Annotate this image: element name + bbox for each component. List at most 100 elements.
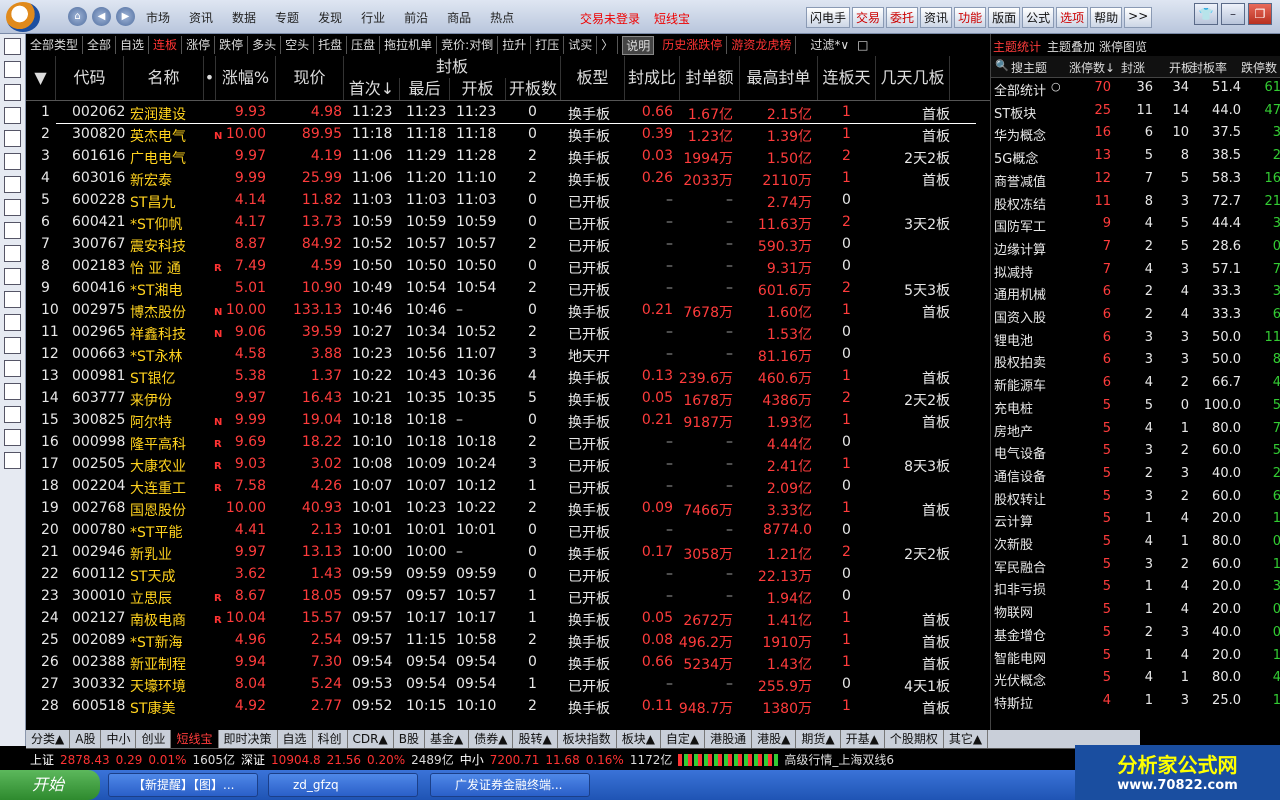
table-row[interactable]: 4 603016 新宏泰 9.99 25.99 11:06 11:20 11:10 2 换手板 0.… xyxy=(26,168,990,190)
left-tool-icon[interactable] xyxy=(4,153,21,170)
bottom-tab[interactable]: 中小 xyxy=(101,730,137,748)
bottom-tab[interactable]: 开基▲ xyxy=(841,730,885,748)
left-tool-icon[interactable] xyxy=(4,314,21,331)
theme-name[interactable]: 光伏概念 xyxy=(994,670,1046,689)
theme-row[interactable]: 股权冻结 11 8 3 72.7 21 xyxy=(991,192,1280,214)
col-type[interactable]: 板型 xyxy=(561,56,625,100)
theme-name[interactable]: 次新股 xyxy=(994,534,1033,553)
col-opencount[interactable]: 开板数 xyxy=(506,78,561,100)
col-ratio[interactable]: 封成比 xyxy=(625,56,680,100)
bottom-tab[interactable]: B股 xyxy=(394,730,425,748)
back-icon[interactable]: ◀ xyxy=(92,7,111,26)
category-tab[interactable]: 〉 xyxy=(597,36,619,54)
theme-row[interactable]: 全部统计 ○ 70 36 34 51.4 61 xyxy=(991,78,1280,100)
col-amount[interactable]: 封单额 xyxy=(680,56,740,100)
table-row[interactable]: 7 300767 震安科技 8.87 84.92 10:52 10:57 10:57 2 已开板 –… xyxy=(26,234,990,256)
theme-name[interactable]: 基金增仓 xyxy=(994,625,1046,644)
table-row[interactable]: 9 600416 *ST湘电 5.01 10.90 10:49 10:54 10:54 2 已开板… xyxy=(26,278,990,300)
col-days[interactable]: 连板天 xyxy=(818,56,876,100)
theme-row[interactable]: 次新股 5 4 1 80.0 0 xyxy=(991,532,1280,554)
close-box[interactable]: □ xyxy=(853,36,872,54)
category-tab[interactable]: 拉升 xyxy=(498,36,532,54)
theme-name[interactable]: 扣非亏损 xyxy=(994,579,1046,598)
theme-name[interactable]: 智能电网 xyxy=(994,648,1046,667)
theme-name[interactable]: 拟减持 xyxy=(994,262,1033,281)
left-tool-icon[interactable] xyxy=(4,337,21,354)
left-tool-icon[interactable] xyxy=(4,268,21,285)
theme-name[interactable]: 云计算 xyxy=(994,511,1033,530)
theme-row[interactable]: 边缘计算 7 2 5 28.6 0 xyxy=(991,237,1280,259)
table-row[interactable]: 17 002505 大康农业 R 9.03 3.02 10:08 10:09 10:24 3 已开板… xyxy=(26,454,990,476)
table-row[interactable]: 28 600518 ST康美 4.92 2.77 09:52 10:15 10:10 2 换手板 0… xyxy=(26,696,990,718)
table-row[interactable]: 6 600421 *ST仰帆 4.17 13.73 10:59 10:59 10:59 0 已开板… xyxy=(26,212,990,234)
theme-name[interactable]: 通用机械 xyxy=(994,284,1046,303)
search-icon[interactable]: 🔍 xyxy=(995,59,1009,72)
table-row[interactable]: 21 002946 新乳业 9.97 13.13 10:00 10:00–0 换手板 0.17 3… xyxy=(26,542,990,564)
left-tool-icon[interactable] xyxy=(4,38,21,55)
theme-row[interactable]: 拟减持 7 4 3 57.1 7 xyxy=(991,260,1280,282)
home-icon[interactable]: ⌂ xyxy=(68,7,87,26)
task-browser[interactable]: 【新提醒】【图】... xyxy=(108,773,258,797)
rp-h_down[interactable]: 跌停数 xyxy=(1241,59,1277,76)
category-tab[interactable]: 压盘 xyxy=(347,36,381,54)
bottom-tab[interactable]: 板块指数 xyxy=(558,730,617,748)
table-row[interactable]: 19 002768 国恩股份 10.00 40.93 10:01 10:23 10:22 2 换手… xyxy=(26,498,990,520)
category-tab[interactable]: 连板 xyxy=(149,36,183,54)
category-tab[interactable]: 自选 xyxy=(116,36,150,54)
col-desc[interactable]: 几天几板 xyxy=(876,56,950,100)
menu-item[interactable]: 资讯 xyxy=(189,9,213,26)
left-tool-icon[interactable] xyxy=(4,130,21,147)
tab-theme-overlay[interactable]: 主题叠加 xyxy=(1047,38,1095,55)
quick-button[interactable]: 委托 xyxy=(886,7,919,28)
table-row[interactable]: 25 002089 *ST新海 4.96 2.54 09:57 11:15 10:58 2 换手板… xyxy=(26,630,990,652)
theme-row[interactable]: 国资入股 6 2 4 33.3 6 xyxy=(991,305,1280,327)
theme-row[interactable]: 华为概念 16 6 10 37.5 3 xyxy=(991,123,1280,145)
radio-icon[interactable]: ○ xyxy=(1051,80,1061,93)
category-tab[interactable]: 打压 xyxy=(531,36,565,54)
left-tool-icon[interactable] xyxy=(4,245,21,262)
theme-row[interactable]: 通信设备 5 2 3 40.0 2 xyxy=(991,464,1280,486)
theme-row[interactable]: 5G概念 13 5 8 38.5 2 xyxy=(991,146,1280,168)
theme-name[interactable]: ST板块 xyxy=(994,103,1036,122)
category-tab[interactable]: 全部类型 xyxy=(26,36,84,54)
bottom-tab[interactable]: 个股期权 xyxy=(885,730,944,748)
theme-name[interactable]: 通信设备 xyxy=(994,466,1046,485)
restore-button[interactable]: ❐ xyxy=(1248,3,1272,25)
theme-row[interactable]: 军民融合 5 3 2 60.0 1 xyxy=(991,555,1280,577)
col-price[interactable]: 现价 xyxy=(276,56,344,100)
col-last[interactable]: 最后 xyxy=(400,78,450,100)
menu-item[interactable]: 前沿 xyxy=(404,9,428,26)
col-open[interactable]: 开板 xyxy=(450,78,506,100)
task-folder[interactable]: zd_gfzq xyxy=(268,773,418,797)
menu-item[interactable]: 行业 xyxy=(361,9,385,26)
table-row[interactable]: 10 002975 博杰股份 N 10.00 133.13 10:46 10:46–0 换手板 0… xyxy=(26,300,990,322)
theme-row[interactable]: 物联网 5 1 4 20.0 0 xyxy=(991,600,1280,622)
bottom-tab[interactable]: 自选 xyxy=(278,730,313,748)
theme-name[interactable]: 电气设备 xyxy=(994,443,1046,462)
forward-icon[interactable]: ▶ xyxy=(116,7,135,26)
left-tool-icon[interactable] xyxy=(4,84,21,101)
theme-row[interactable]: 股权拍卖 6 3 3 50.0 8 xyxy=(991,350,1280,372)
category-tab[interactable]: 竞价:对倒 xyxy=(437,36,499,54)
bottom-tab[interactable]: CDR▲ xyxy=(348,730,394,748)
table-row[interactable]: 18 002204 大连重工 R 7.58 4.26 10:07 10:07 10:12 1 已开板… xyxy=(26,476,990,498)
theme-row[interactable]: ST板块 25 11 14 44.0 47 xyxy=(991,101,1280,123)
category-tab[interactable]: 托盘 xyxy=(314,36,348,54)
rp-h_open[interactable]: 开板 xyxy=(1169,59,1193,76)
bottom-tab[interactable]: 短线宝 xyxy=(171,730,219,748)
table-row[interactable]: 27 300332 天壕环境 8.04 5.24 09:53 09:54 09:54 1 已开板 –… xyxy=(26,674,990,696)
left-tool-icon[interactable] xyxy=(4,176,21,193)
table-row[interactable]: 1 002062 宏润建设 9.93 4.98 11:23 11:23 11:23 0 换手板 0.… xyxy=(26,102,990,124)
theme-row[interactable]: 国防军工 9 4 5 44.4 3 xyxy=(991,214,1280,236)
theme-row[interactable]: 基金增仓 5 2 3 40.0 0 xyxy=(991,623,1280,645)
table-row[interactable]: 13 000981 ST银亿 5.38 1.37 10:22 10:43 10:36 4 换手板 0… xyxy=(26,366,990,388)
theme-name[interactable]: 新能源车 xyxy=(994,375,1046,394)
theme-name[interactable]: 股权转让 xyxy=(994,489,1046,508)
category-tab[interactable]: 涨停 xyxy=(182,36,216,54)
quick-button[interactable]: 公式 xyxy=(1022,7,1055,28)
table-row[interactable]: 14 603777 来伊份 9.97 16.43 10:21 10:35 10:35 5 换手板 0… xyxy=(26,388,990,410)
theme-name[interactable]: 房地产 xyxy=(994,421,1033,440)
filter-dropdown[interactable]: 过滤*∨ xyxy=(806,36,853,54)
theme-row[interactable]: 电气设备 5 3 2 60.0 5 xyxy=(991,441,1280,463)
left-tool-icon[interactable] xyxy=(4,291,21,308)
